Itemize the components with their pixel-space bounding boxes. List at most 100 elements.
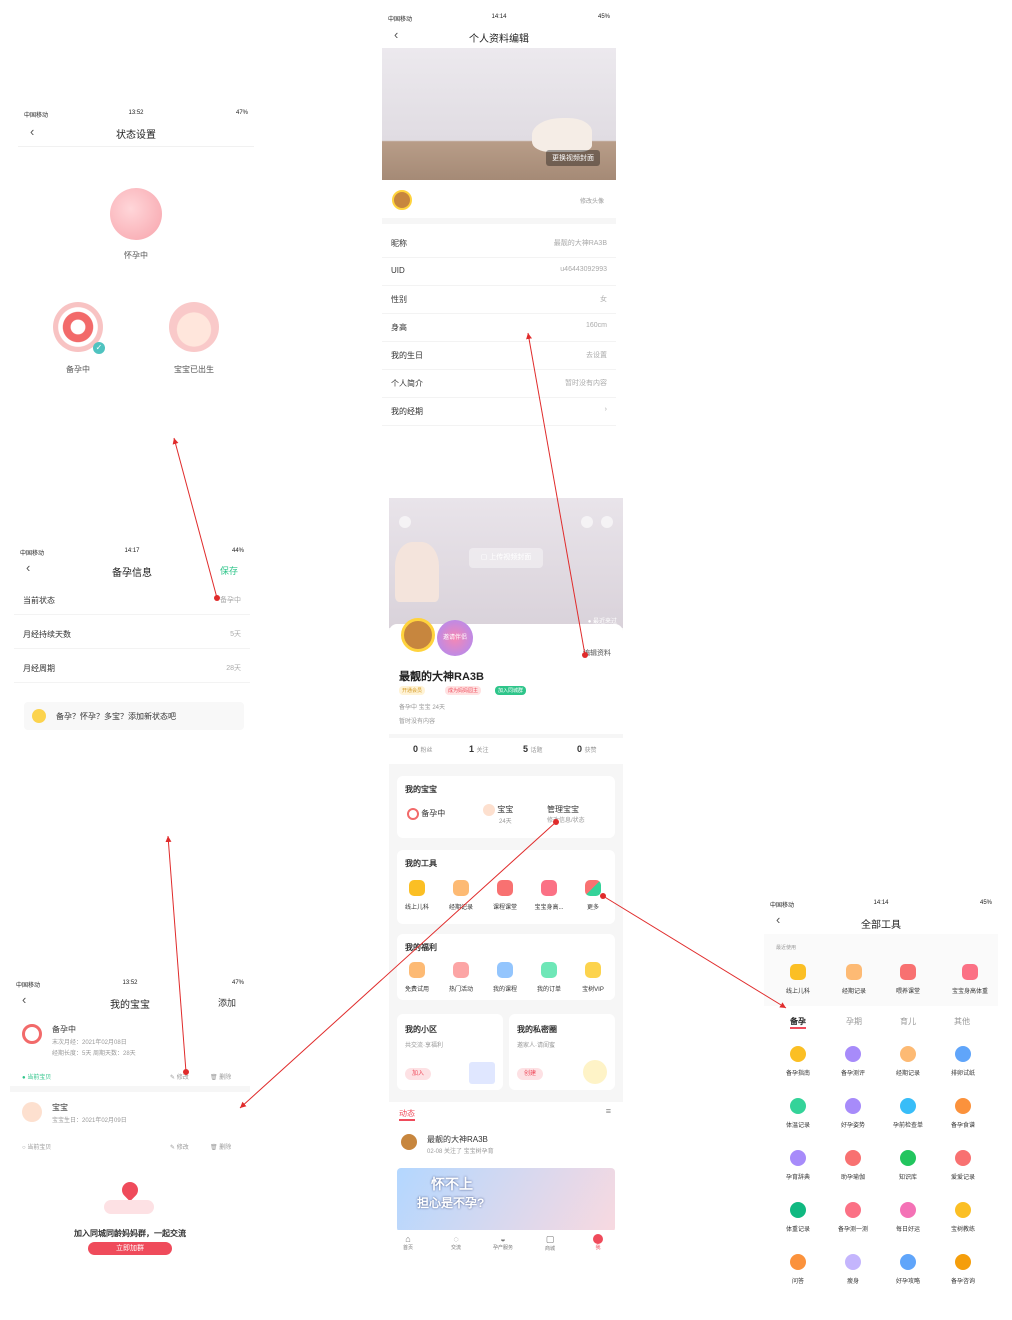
tab-chat[interactable]: ◌ 交流	[451, 1234, 461, 1251]
tool-grid-item[interactable]: 备孕食谱	[943, 1098, 983, 1129]
tool-grid-item[interactable]: 爱爱记录	[943, 1150, 983, 1181]
pregnant-option[interactable]: 怀孕中	[106, 188, 166, 261]
welfare-vip[interactable]: 宝树VIP	[573, 962, 613, 993]
add-status-card[interactable]: 备孕？怀孕？多宝？添加新状态吧	[24, 702, 244, 730]
edit-profile-button[interactable]: 编辑资料	[583, 648, 611, 658]
tool-classroom[interactable]: 课程课堂	[485, 880, 525, 911]
stat-follow[interactable]: 1 关注	[469, 744, 489, 754]
tool-grid-item[interactable]: 备孕指南	[778, 1046, 818, 1077]
tab-pregnancy[interactable]: 孕期	[846, 1016, 862, 1027]
tool-grid-item[interactable]: 体温记录	[778, 1098, 818, 1129]
baby-item-baby[interactable]: 宝宝 24天	[483, 804, 513, 825]
tab-home[interactable]: ⌂ 首页	[403, 1234, 413, 1251]
invite-partner-badge[interactable]: 邀请伴侣	[437, 620, 473, 656]
preparing-label: 备孕中	[66, 365, 90, 374]
recent-tool-feeding[interactable]: 喂养课堂	[888, 964, 928, 995]
welfare-events[interactable]: 热门活动	[441, 962, 481, 993]
tab-other[interactable]: 其他	[954, 1016, 970, 1027]
upload-cover-button[interactable]: ▢ 上传视频封面	[469, 548, 543, 568]
welfare-free-trial[interactable]: 免费试用	[397, 962, 437, 993]
birthday-row[interactable]: 我的生日 去设置	[382, 341, 616, 370]
save-button[interactable]: 保存	[220, 564, 238, 577]
tool-grid-item[interactable]: 体重记录	[778, 1202, 818, 1233]
current-status-row[interactable]: 当前状态 备孕中	[14, 586, 250, 615]
baby-card-2[interactable]: 宝宝 宝宝生日：2021年02月09日 ○ 当前宝贝 ✎ 修改 🗑 删除	[10, 1094, 250, 1154]
badge-group[interactable]: 加入同城群	[495, 686, 527, 695]
delete-button[interactable]: 🗑 删除	[210, 1072, 231, 1081]
recent-tool-pediatrics[interactable]: 线上儿科	[778, 964, 818, 995]
edit-button[interactable]: ✎ 修改	[170, 1072, 189, 1081]
change-cover-button[interactable]: 更换视频封面	[546, 150, 600, 166]
badge-owner[interactable]: 成为妈妈园主	[445, 686, 482, 695]
baby-item-preparing[interactable]: 备孕中	[407, 808, 445, 820]
tool-online-pediatrics[interactable]: 线上儿科	[397, 880, 437, 911]
create-circle-button[interactable]: 创建	[517, 1068, 543, 1080]
join-group-button[interactable]: 立即加群	[88, 1242, 172, 1255]
tool-baby-height[interactable]: 宝宝身高...	[529, 880, 569, 911]
avatar-row[interactable]: 修改头像	[382, 182, 616, 224]
feed-meta: 02-08 关注了 宝宝树孕育	[427, 1149, 494, 1155]
tool-grid-item[interactable]: 经期记录	[888, 1046, 928, 1077]
edit-button[interactable]: ✎ 修改	[170, 1142, 189, 1151]
current-baby-radio[interactable]: ● 当前宝贝	[22, 1072, 51, 1081]
tool-grid-item[interactable]: 备孕测评	[833, 1046, 873, 1077]
private-circle-card[interactable]: 我的私密圈 邀家人·请闺蜜 创建	[509, 1014, 615, 1090]
tool-grid-item[interactable]: 问答	[778, 1254, 818, 1285]
tool-grid-item[interactable]: 宝树教练	[943, 1202, 983, 1233]
cycle-row[interactable]: 月经周期 28天	[14, 654, 250, 683]
badge-vip[interactable]: 开通会员	[399, 686, 426, 695]
tool-grid-item[interactable]: 助孕瑜伽	[833, 1150, 873, 1181]
join-community-button[interactable]: 加入	[405, 1068, 431, 1080]
row-label: 月经周期	[23, 664, 55, 673]
tool-label: 线上儿科	[785, 989, 810, 995]
welfare-courses[interactable]: 我的课程	[485, 962, 525, 993]
settings-icon[interactable]	[601, 516, 613, 528]
tool-grid-item[interactable]: 每日好运	[888, 1202, 928, 1233]
preparing-option[interactable]: ✓ 备孕中	[48, 302, 108, 375]
stat-topics[interactable]: 5 话题	[523, 744, 543, 754]
menu-lines-icon[interactable]: ≡	[606, 1106, 611, 1116]
tool-grid-item[interactable]: 孕前检查单	[888, 1098, 928, 1129]
gender-row[interactable]: 性别 女	[382, 285, 616, 314]
delete-button[interactable]: 🗑 删除	[210, 1142, 231, 1151]
baby-card-1[interactable]: 备孕中 末次月经：2021年02月08日 经期长度：5天 周期天数：28天 ● …	[10, 1016, 250, 1092]
tool-grid-item[interactable]: 孕育辞典	[778, 1150, 818, 1181]
tool-period-record[interactable]: 经期记录	[441, 880, 481, 911]
tab-services[interactable]: ◒ 孕产服务	[493, 1234, 513, 1251]
born-option[interactable]: 宝宝已出生	[164, 302, 224, 375]
tab-me[interactable]: 我	[593, 1234, 603, 1251]
tab-parenting[interactable]: 育儿	[900, 1016, 916, 1027]
recent-label: 最近使用	[776, 945, 797, 951]
tool-grid-item[interactable]: 知识库	[888, 1150, 928, 1181]
bear-avatar-icon[interactable]	[401, 618, 435, 652]
recent-tool-height[interactable]: 宝宝身高体重	[944, 964, 996, 995]
add-button[interactable]: 添加	[218, 996, 236, 1009]
manage-baby-button[interactable]: 管理宝宝 修改信息/状态	[547, 804, 585, 824]
nickname-row[interactable]: 昵称 最靓的大神RA3B	[382, 229, 616, 258]
feed-banner[interactable]: 怀不上 担心是不孕?	[397, 1168, 615, 1232]
period-days-row[interactable]: 月经持续天数 5天	[14, 620, 250, 649]
tool-grid-item[interactable]: 排卵试纸	[943, 1046, 983, 1077]
welfare-orders[interactable]: 我的订单	[529, 962, 569, 993]
tool-more[interactable]: 更多	[573, 880, 613, 911]
recent-tool-period[interactable]: 经期记录	[834, 964, 874, 995]
tool-grid-item[interactable]: 备孕咨询	[943, 1254, 983, 1285]
menu-icon[interactable]	[399, 516, 411, 528]
tab-mall[interactable]: ▢ 商城	[545, 1234, 555, 1252]
tool-grid-item[interactable]: 好孕姿势	[833, 1098, 873, 1129]
feed-tab[interactable]: 动态	[399, 1108, 415, 1121]
height-row[interactable]: 身高 160cm	[382, 313, 616, 342]
period-row[interactable]: 我的经期 ›	[382, 397, 616, 426]
current-baby-radio[interactable]: ○ 当前宝贝	[22, 1142, 51, 1151]
tool-grid-item[interactable]: 瘦身	[833, 1254, 873, 1285]
current-label: 当前宝贝	[27, 1145, 52, 1151]
tab-prepare[interactable]: 备孕	[790, 1016, 806, 1029]
tool-grid-item[interactable]: 好孕攻略	[888, 1254, 928, 1285]
community-card[interactable]: 我的小区 共交流·享福利 加入	[397, 1014, 503, 1090]
stat-likes[interactable]: 0 获赞	[577, 744, 597, 754]
stat-fans[interactable]: 0 粉丝	[413, 744, 433, 754]
tool-label: 孕前检查单	[892, 1123, 923, 1129]
bio-row[interactable]: 个人简介 暂时没有内容	[382, 369, 616, 398]
scan-icon[interactable]	[581, 516, 593, 528]
tool-grid-item[interactable]: 备孕测一测	[833, 1202, 873, 1233]
